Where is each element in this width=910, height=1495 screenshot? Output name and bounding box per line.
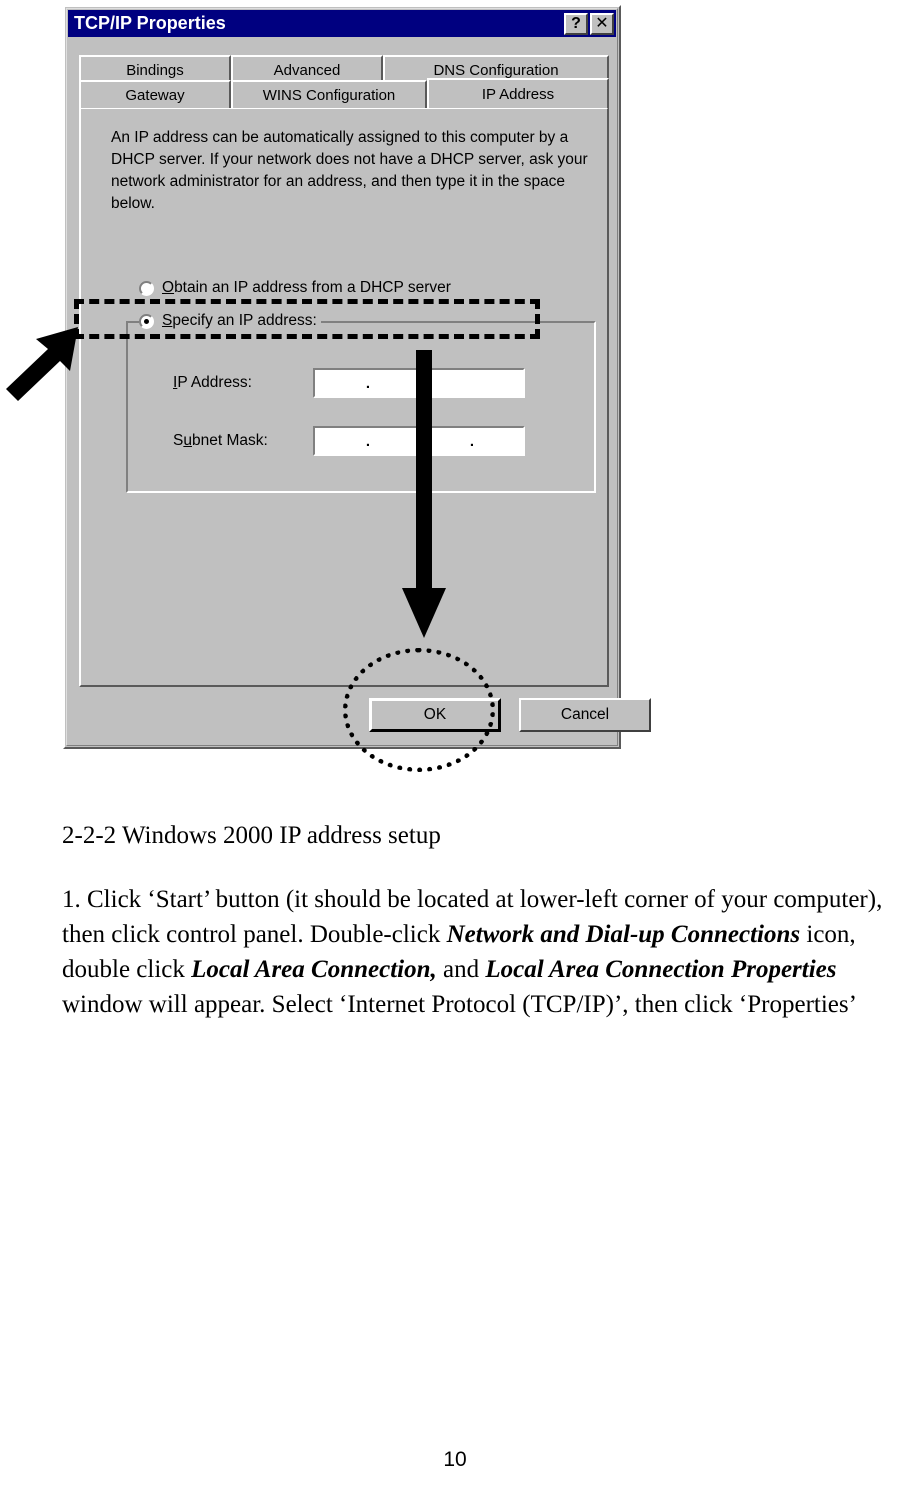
emphasized-term: Local Area Connection Properties: [485, 956, 837, 983]
radio-specify-ip-address[interactable]: Specify an IP address:: [139, 312, 321, 330]
radio-label-obtain: Obtain an IP address from a DHCP server: [162, 279, 451, 296]
paragraph-text: window will appear. Select ‘Internet Pro…: [62, 991, 857, 1018]
subnet-mask-field-row: Subnet Mask: . . .: [173, 426, 525, 456]
mask-octet-4[interactable]: [471, 428, 523, 454]
ok-button[interactable]: OK: [369, 698, 501, 732]
document-body: 2-2-2 Windows 2000 IP address setup 1. C…: [62, 820, 882, 1018]
radio-label-specify: Specify an IP address:: [162, 312, 317, 329]
dialog-button-bar: OK Cancel: [79, 695, 651, 739]
section-heading: 2-2-2 Windows 2000 IP address setup: [62, 822, 441, 849]
radio-button-icon-specify[interactable]: [139, 313, 154, 329]
ip-description-text: An IP address can be automatically assig…: [111, 129, 588, 212]
ip-octet-1[interactable]: .: [315, 370, 370, 396]
page-number: 10: [443, 1448, 467, 1471]
cancel-button[interactable]: Cancel: [519, 698, 651, 732]
tab-gateway[interactable]: Gateway: [79, 80, 231, 108]
help-icon[interactable]: ?: [564, 12, 588, 35]
emphasized-term: Network and Dial-up Connections: [446, 921, 801, 948]
tab-strip: Bindings Advanced DNS Configuration Gate…: [79, 49, 609, 111]
tcpip-properties-dialog: TCP/IP Properties ? ✕ Bindings Advanced …: [63, 5, 651, 749]
emphasized-term: Local Area Connection,: [191, 956, 437, 983]
ip-octet-4[interactable]: [471, 370, 523, 396]
tab-bindings[interactable]: Bindings: [79, 55, 231, 83]
tab-row-bottom: Gateway WINS Configuration IP Address: [79, 78, 609, 108]
tab-wins-configuration[interactable]: WINS Configuration: [231, 80, 427, 108]
specify-ip-groupbox: IP Address: . . Subnet Mask: . . .: [126, 321, 596, 493]
tab-page-ip-address: An IP address can be automatically assig…: [79, 107, 609, 687]
mask-octet-1[interactable]: .: [315, 428, 370, 454]
dialog-titlebar[interactable]: TCP/IP Properties ? ✕: [68, 10, 616, 37]
radio-button-icon-obtain[interactable]: [139, 280, 154, 296]
tab-ip-address[interactable]: IP Address: [427, 78, 609, 108]
ip-address-field-row: IP Address: . .: [173, 368, 525, 398]
close-icon[interactable]: ✕: [590, 12, 614, 35]
instruction-paragraph: 1. Click ‘Start’ button (it should be lo…: [62, 882, 910, 1022]
annotation-down-arrow-icon: [402, 350, 446, 638]
paragraph-text: and: [436, 956, 486, 983]
ip-address-label: IP Address:: [173, 374, 252, 391]
tab-advanced[interactable]: Advanced: [231, 55, 383, 83]
radio-obtain-ip-automatically[interactable]: Obtain an IP address from a DHCP server: [139, 279, 451, 297]
annotation-pointer-arrow-icon: [6, 327, 78, 401]
subnet-mask-label: Subnet Mask:: [173, 432, 268, 449]
dialog-title: TCP/IP Properties: [74, 13, 226, 33]
